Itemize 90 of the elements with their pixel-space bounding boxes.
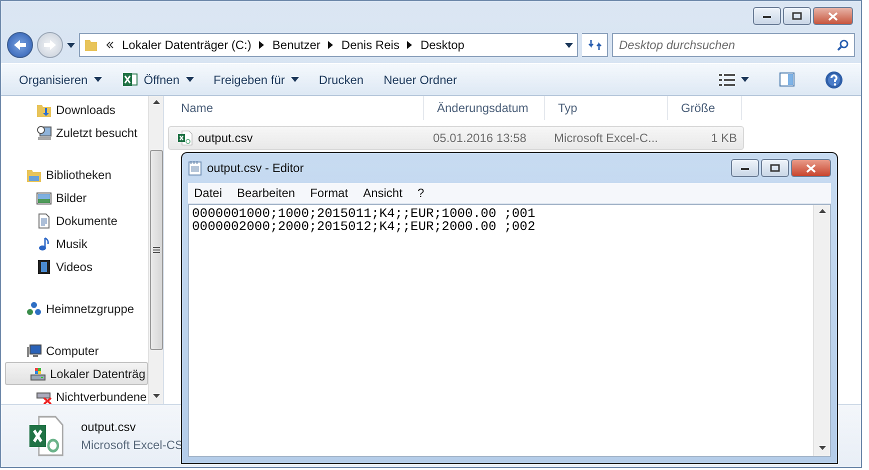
text-line: 0000001000;1000;2015011;K4;;EUR;1000.00 ;001 xyxy=(192,207,536,220)
minimize-button[interactable] xyxy=(753,7,781,25)
close-icon xyxy=(806,164,816,172)
pane-icon xyxy=(779,72,795,87)
scrollbar[interactable] xyxy=(813,205,830,456)
close-button[interactable] xyxy=(791,159,831,177)
sidebar-item[interactable]: Bilder xyxy=(1,186,148,209)
sidebar-item[interactable]: Musik xyxy=(1,232,148,255)
music-note-icon xyxy=(36,236,52,252)
table-cell-text: Microsoft Excel-C... xyxy=(553,131,660,145)
maximize-icon xyxy=(770,164,780,172)
file-row[interactable]: output.csv 05.01.2016 13:58 Microsoft Excel-C... 1 KB xyxy=(168,126,744,150)
drive-icon xyxy=(30,366,46,382)
sidebar-item[interactable]: Downloads xyxy=(1,98,148,121)
menu-item[interactable]: Bearbeiten xyxy=(231,184,302,202)
file-name: output.csv xyxy=(81,420,137,434)
toolbar-button[interactable]: Drucken xyxy=(312,68,370,90)
double-chevron-icon xyxy=(106,41,114,49)
toolbar-button[interactable]: Organisieren xyxy=(13,68,108,90)
sidebar-item[interactable]: Lokaler Datenträg xyxy=(5,362,148,385)
menu-item[interactable]: Datei xyxy=(188,184,228,202)
sidebar-item[interactable]: Videos xyxy=(1,255,148,278)
search-icon xyxy=(837,39,849,51)
maximize-button[interactable] xyxy=(783,7,811,25)
breadcrumb[interactable]: Desktop xyxy=(420,38,464,52)
breadcrumb[interactable]: Benutzer xyxy=(272,38,320,52)
document-icon xyxy=(36,212,52,228)
list-view-icon xyxy=(719,74,735,86)
search-field[interactable]: Desktop durchsuchen xyxy=(612,33,855,57)
chevron-icon xyxy=(407,41,412,49)
forward-arrow-icon xyxy=(43,39,57,51)
table-cell-text: 05.01.2016 13:58 xyxy=(432,131,528,145)
excel-icon xyxy=(122,72,138,87)
minimize-button[interactable] xyxy=(731,159,759,177)
breadcrumb[interactable]: Lokaler Datenträger (C:) xyxy=(122,38,252,52)
scroll-down-icon xyxy=(152,394,160,398)
menu-item[interactable]: ? xyxy=(411,184,430,202)
scroll-up-icon xyxy=(152,100,160,104)
toolbar-button[interactable]: Neuer Ordner xyxy=(378,68,463,90)
refresh-icon xyxy=(588,39,602,51)
toolbar-button[interactable]: Freigeben für xyxy=(208,68,305,90)
column-header[interactable]: Größe xyxy=(668,96,742,120)
file-name: output.csv xyxy=(198,131,253,145)
computer-icon xyxy=(36,124,52,140)
sidebar-item[interactable]: Bibliotheken xyxy=(1,163,148,186)
scrollbar-thumb[interactable] xyxy=(150,150,162,350)
scroll-up-icon xyxy=(818,209,826,213)
chevron-icon xyxy=(259,41,264,49)
back-arrow-icon xyxy=(13,39,27,51)
breadcrumb[interactable]: Denis Reis xyxy=(341,38,400,52)
menu-item[interactable]: Format xyxy=(304,184,354,202)
column-header[interactable]: Typ xyxy=(545,96,668,120)
scroll-down-icon xyxy=(818,446,826,450)
file-type: Microsoft Excel-CS xyxy=(81,438,184,452)
picture-icon xyxy=(36,190,52,206)
minimize-icon xyxy=(740,165,750,171)
sidebar-item[interactable]: Dokumente xyxy=(1,209,148,232)
network-icon xyxy=(26,300,42,316)
chevron-icon xyxy=(328,41,334,49)
menu-item[interactable]: Ansicht xyxy=(357,184,408,202)
text-line: 0000002000;2000;2015012;K4;;EUR;2000.00 ;002 xyxy=(192,220,536,233)
help-icon xyxy=(825,70,843,88)
notepad-icon xyxy=(188,160,202,176)
excel-file-icon xyxy=(27,414,65,458)
close-icon xyxy=(828,12,838,20)
dropdown-arrow-icon xyxy=(565,42,573,48)
table-cell-text: 1 KB xyxy=(710,131,738,145)
sidebar-item[interactable]: Nichtverbundene xyxy=(1,385,148,408)
column-header[interactable]: Name xyxy=(168,96,424,120)
sidebar-item[interactable]: Computer xyxy=(1,339,148,362)
column-header[interactable]: Änderungsdatum xyxy=(424,96,545,120)
grip-icon xyxy=(152,247,160,253)
folder-icon xyxy=(84,38,98,52)
minimize-icon xyxy=(762,13,772,19)
refresh-button[interactable] xyxy=(582,33,608,57)
window-title: output.csv - Editor xyxy=(207,161,304,175)
dropdown-arrow-icon xyxy=(67,42,75,48)
maximize-button[interactable] xyxy=(761,159,789,177)
address-bar[interactable]: Lokaler Datenträger (C:) Benutzer Denis Reis Desktop xyxy=(79,33,578,57)
scrollbar[interactable] xyxy=(148,96,163,404)
back-button[interactable] xyxy=(7,32,33,58)
toolbar-button[interactable]: Öffnen xyxy=(116,68,200,91)
film-icon xyxy=(36,258,52,274)
sidebar-item[interactable]: Heimnetzgruppe xyxy=(1,297,148,320)
close-button[interactable] xyxy=(813,7,853,25)
sidebar-item[interactable]: Zuletzt besucht xyxy=(1,121,148,144)
caret-icon xyxy=(741,77,749,82)
computer-icon xyxy=(26,342,42,358)
excel-file-icon xyxy=(177,130,193,146)
maximize-icon xyxy=(792,12,802,20)
